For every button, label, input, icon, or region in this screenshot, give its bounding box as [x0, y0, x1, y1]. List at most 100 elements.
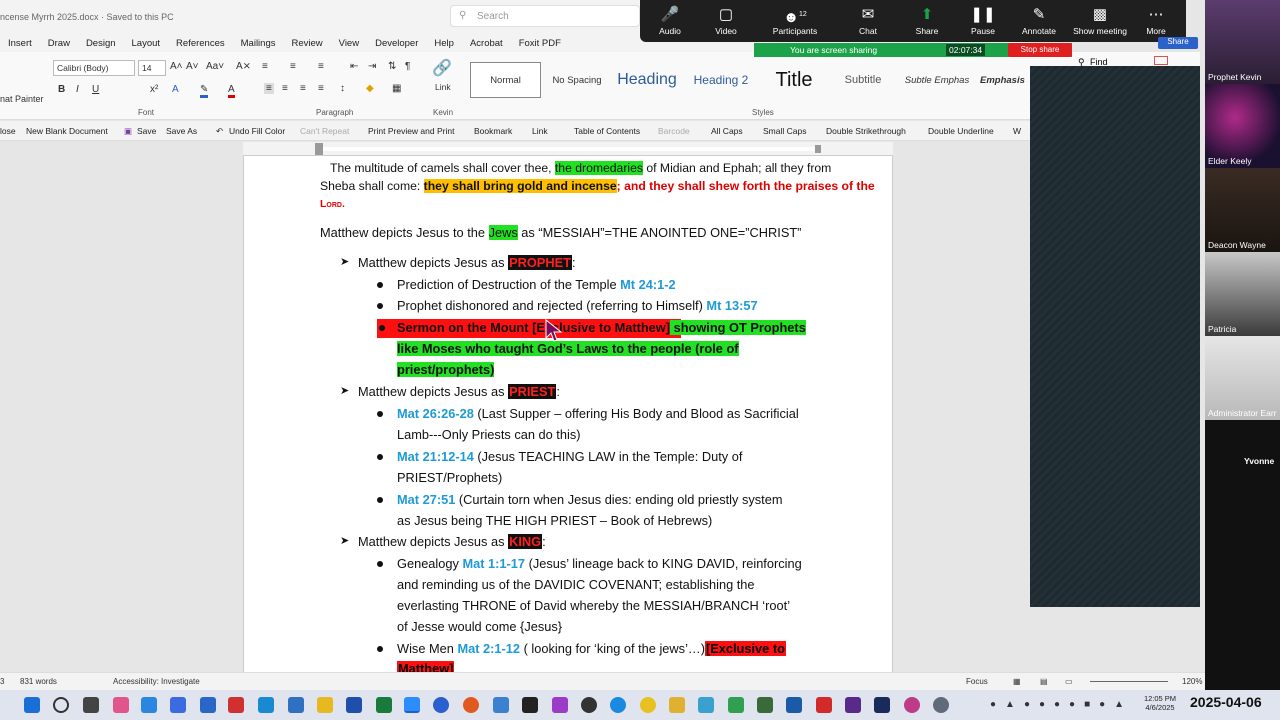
stop-share-button[interactable]: Stop share	[1008, 43, 1072, 57]
focus-button[interactable]: Focus	[966, 677, 988, 686]
app-icon[interactable]	[463, 697, 479, 713]
app-icon[interactable]	[904, 697, 920, 713]
system-tray-icons[interactable]: ●▲●●●●■●▲	[990, 699, 1133, 710]
participant-tile[interactable]: Patricia	[1205, 252, 1280, 336]
app-icon[interactable]	[433, 697, 449, 713]
style-no-spacing[interactable]: No Spacing	[546, 62, 608, 98]
format-painter-button[interactable]: nat Painter	[0, 94, 44, 104]
increase-indent-icon[interactable]: ⇥	[368, 61, 376, 72]
share-ribbon-button[interactable]: Share	[1158, 37, 1198, 49]
decrease-indent-icon[interactable]: ⇤	[350, 61, 358, 72]
style-subtitle[interactable]: Subtitle	[832, 62, 894, 98]
app-icon[interactable]	[200, 697, 216, 713]
multilevel-list-icon[interactable]: ≡	[318, 61, 324, 72]
zoom-icon[interactable]	[404, 697, 420, 713]
save-as-button[interactable]: Save As	[166, 126, 197, 136]
style-heading-2[interactable]: Heading 2	[688, 62, 754, 98]
tab-mailings[interactable]: Mailings	[233, 38, 284, 49]
close-button[interactable]: lose	[0, 126, 16, 136]
zoom-slider[interactable]	[1090, 681, 1168, 682]
tab-draw[interactable]: Draw	[40, 38, 78, 49]
app-icon[interactable]	[816, 697, 832, 713]
start-icon[interactable]	[24, 697, 40, 713]
line-spacing-icon[interactable]: ↕	[340, 83, 345, 94]
read-mode-icon[interactable]: ▦	[1013, 677, 1021, 686]
grow-font-icon[interactable]: A˄	[170, 61, 183, 72]
app-icon[interactable]	[874, 697, 890, 713]
participant-tile[interactable]: Elder Keely	[1205, 84, 1280, 168]
bold-icon[interactable]: B	[58, 84, 65, 95]
more-button[interactable]: ⋯ More	[1128, 6, 1184, 36]
underline-icon[interactable]: U	[92, 84, 99, 95]
app-icon[interactable]	[640, 697, 656, 713]
table-of-contents-button[interactable]: Table of Contents	[574, 126, 640, 136]
align-right-icon[interactable]: ≡	[300, 83, 306, 94]
copilot-icon[interactable]	[113, 697, 129, 713]
app-icon[interactable]	[258, 697, 274, 713]
participants-button[interactable]: ☻12 Participants	[767, 6, 823, 36]
save-icon[interactable]: ▣	[124, 126, 132, 137]
bookmark-button[interactable]: Bookmark	[474, 126, 512, 136]
borders-icon[interactable]: ▦	[392, 83, 401, 94]
tab-foxit-pdf[interactable]: Foxit PDF	[511, 38, 569, 49]
tab-review[interactable]: Review	[284, 38, 331, 49]
edge-icon[interactable]	[610, 697, 626, 713]
style-title[interactable]: Title	[762, 62, 826, 98]
video-button[interactable]: ▢ Video	[698, 6, 754, 36]
layout-icon[interactable]	[1154, 56, 1168, 65]
audio-button[interactable]: 🎤 Audio	[642, 6, 698, 36]
tab-design[interactable]: Design	[78, 38, 124, 49]
clear-formatting-icon[interactable]: A⨯	[236, 61, 251, 72]
indent-marker[interactable]	[315, 143, 323, 155]
more-quick-button[interactable]: W	[1013, 126, 1021, 136]
app-icon[interactable]	[522, 697, 538, 713]
word-count[interactable]: 831 words	[20, 677, 57, 686]
tab-developer[interactable]: Developer	[367, 38, 426, 49]
link-button-label[interactable]: Link	[435, 82, 451, 92]
text-effects-icon[interactable]: A	[172, 84, 179, 95]
font-name-select[interactable]: Calibri (Body)	[53, 60, 135, 76]
page-indicator[interactable]: 3	[0, 677, 4, 686]
font-color-icon[interactable]: A	[228, 84, 235, 98]
new-blank-document-button[interactable]: New Blank Document	[26, 126, 108, 136]
app-icon[interactable]	[288, 697, 304, 713]
align-center-icon[interactable]: ≡	[282, 83, 288, 94]
task-view-icon[interactable]	[83, 697, 99, 713]
undo-fill-color-button[interactable]: Undo Fill Color	[229, 126, 285, 136]
tab-references[interactable]: References	[168, 38, 233, 49]
app-icon[interactable]	[170, 697, 186, 713]
show-meeting-button[interactable]: ▩ Show meeting	[1069, 6, 1131, 36]
app-icon[interactable]	[552, 697, 568, 713]
small-caps-button[interactable]: Small Caps	[763, 126, 806, 136]
excel-icon[interactable]	[376, 697, 392, 713]
app-icon[interactable]	[757, 697, 773, 713]
app-icon[interactable]	[141, 697, 157, 713]
horizontal-ruler[interactable]	[243, 142, 893, 156]
highlight-color-icon[interactable]: ✎	[200, 84, 209, 98]
annotate-button[interactable]: ✎ Annotate	[1011, 6, 1067, 36]
participant-tile[interactable]: Administrator Earr	[1205, 336, 1280, 420]
app-icon[interactable]	[669, 697, 685, 713]
word-icon[interactable]	[346, 697, 362, 713]
accessibility-status[interactable]: Accessibility: Investigate	[113, 677, 200, 686]
participant-tile[interactable]: Prophet Kevin	[1205, 0, 1280, 84]
undo-icon[interactable]: ↶	[216, 126, 223, 137]
app-icon[interactable]	[698, 697, 714, 713]
search-icon[interactable]	[53, 697, 69, 713]
app-icon[interactable]	[933, 697, 949, 713]
font-size-select[interactable]: 14	[138, 60, 166, 76]
link-icon[interactable]: 🔗	[432, 58, 452, 78]
style-emphasis[interactable]: Emphasis	[980, 62, 1030, 98]
numbering-icon[interactable]: ≡	[290, 61, 296, 72]
app-icon[interactable]	[581, 697, 597, 713]
zoom-level[interactable]: 120%	[1182, 677, 1202, 686]
tab-insert[interactable]: Insert	[0, 38, 40, 49]
print-preview-button[interactable]: Print Preview and Print	[368, 126, 454, 136]
file-explorer-icon[interactable]	[317, 697, 333, 713]
bullets-icon[interactable]: ≡	[262, 61, 268, 72]
cant-repeat-button[interactable]: Can't Repeat	[300, 126, 349, 136]
tab-help[interactable]: Help	[426, 38, 462, 49]
search-input[interactable]: ⚲ Search	[450, 5, 640, 27]
tab-layout[interactable]: Layout	[124, 38, 169, 49]
justify-icon[interactable]: ≡	[318, 83, 324, 94]
